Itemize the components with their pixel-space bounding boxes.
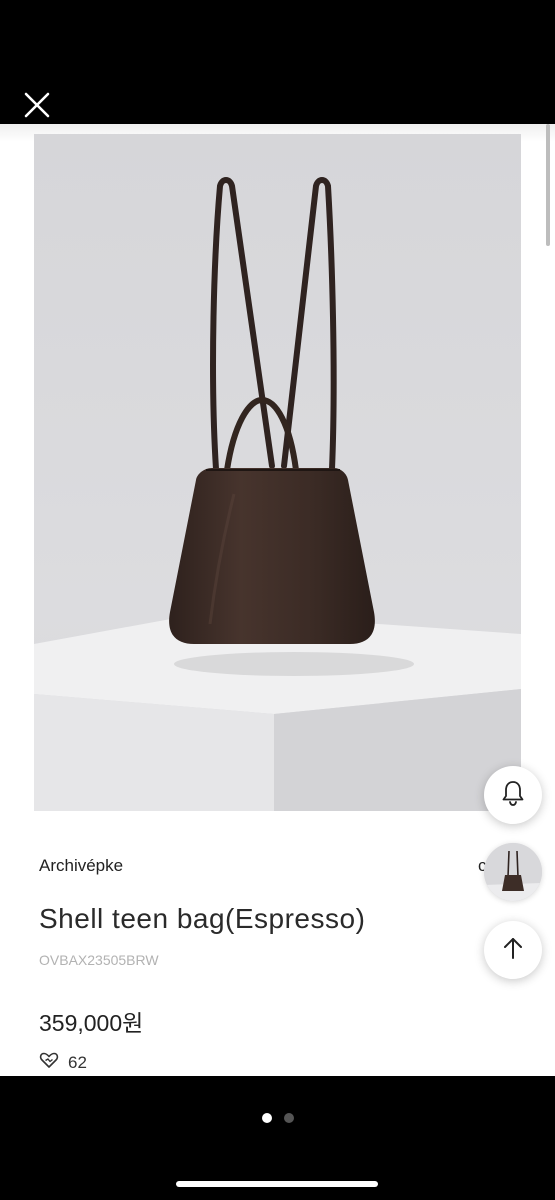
product-detail-sheet: c Archivépke Shell teen bag(Espresso) OV… <box>0 124 555 1076</box>
page-dot-2[interactable] <box>283 1113 294 1123</box>
notify-button[interactable] <box>484 766 542 824</box>
home-indicator[interactable] <box>176 1181 378 1187</box>
product-title: Shell teen bag(Espresso) <box>39 903 366 934</box>
product-price: 359,000원 <box>39 1010 144 1036</box>
bell-icon <box>498 778 528 813</box>
heart-outline-icon[interactable] <box>39 1051 59 1074</box>
top-bar <box>0 0 555 124</box>
page-dot-1[interactable] <box>261 1113 272 1123</box>
scrollbar[interactable] <box>546 124 550 246</box>
close-icon <box>18 86 56 124</box>
scroll-top-button[interactable] <box>484 921 542 979</box>
likes[interactable]: 62 <box>39 1051 87 1074</box>
brand-name[interactable]: Archivépke <box>39 856 123 876</box>
product-sku: OVBAX23505BRW <box>39 952 159 968</box>
recent-product-thumbnail[interactable] <box>484 843 542 901</box>
arrow-up-icon <box>499 934 527 967</box>
close-button[interactable] <box>18 86 56 124</box>
likes-count: 62 <box>68 1052 87 1072</box>
product-image[interactable] <box>34 134 521 811</box>
page-indicator <box>0 1113 555 1123</box>
